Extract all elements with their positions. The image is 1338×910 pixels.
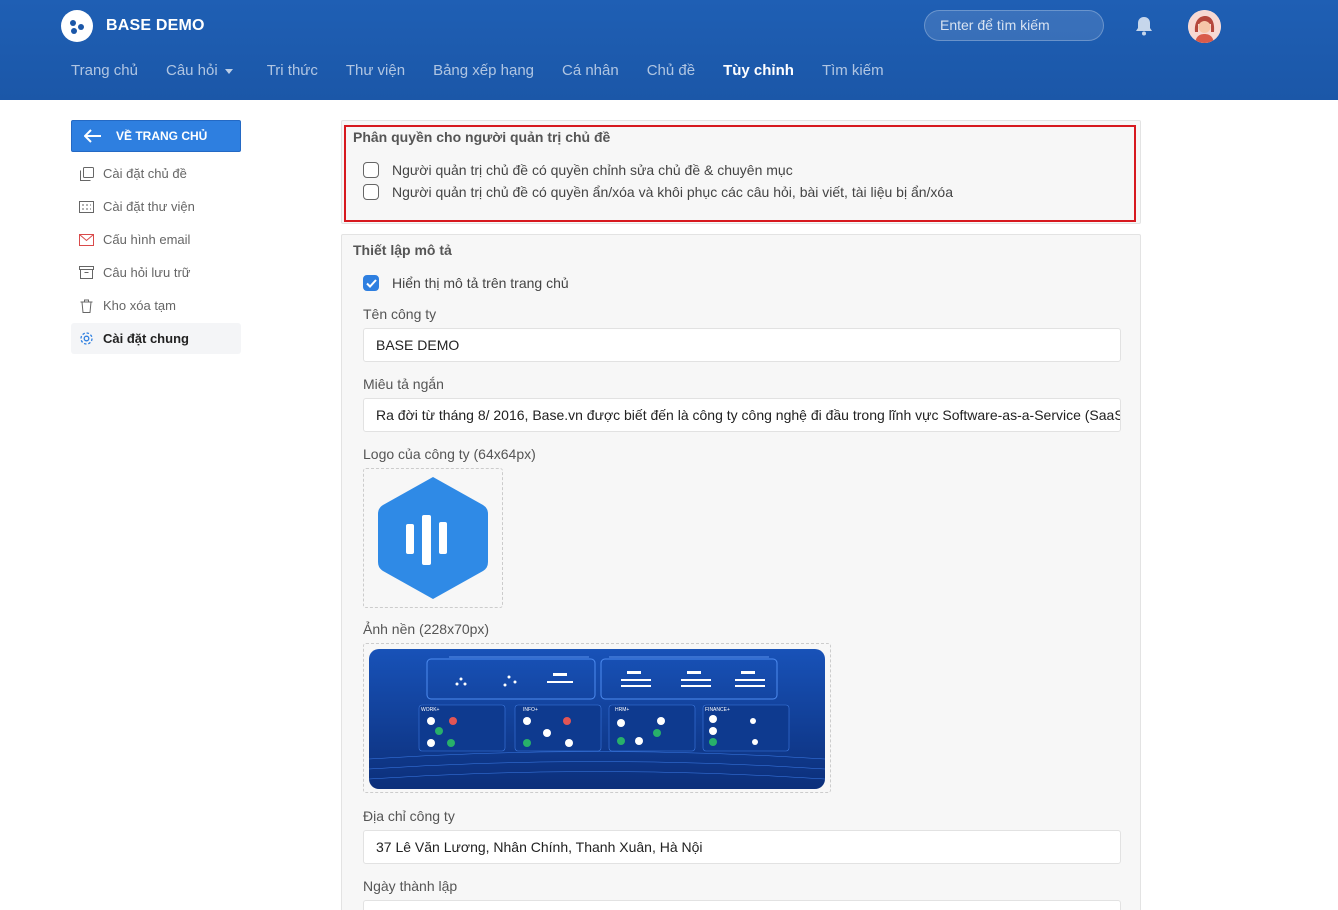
top-header: BASE DEMO Enter để tìm kiếm Trang chủ Câ… [0, 0, 1338, 100]
sidebar-item-general-settings[interactable]: Cài đặt chung [71, 323, 241, 354]
copy-icon [79, 166, 94, 181]
nav-chu-de[interactable]: Chủ đề [647, 62, 695, 79]
checkbox[interactable] [363, 184, 379, 200]
banner-section-hrm: HRM+ [615, 707, 629, 713]
sidebar-item-email-config[interactable]: Cấu hình email [71, 224, 241, 255]
short-desc-input[interactable]: Ra đời từ tháng 8/ 2016, Base.vn được bi… [363, 398, 1121, 432]
sidebar-item-label: Cài đặt chung [103, 331, 189, 346]
chevron-down-icon [224, 69, 233, 74]
banner-label: Ảnh nền (228x70px) [363, 621, 490, 637]
nav-thu-vien[interactable]: Thư viện [346, 62, 405, 79]
permissions-panel: Phân quyền cho người quản trị chủ đề Ngư… [341, 120, 1141, 224]
description-title: Thiết lập mô tả [353, 242, 452, 258]
nav-trang-chu[interactable]: Trang chủ [71, 62, 138, 79]
company-logo-image [378, 477, 488, 599]
search-input[interactable]: Enter để tìm kiếm [924, 10, 1104, 41]
sidebar-item-trash[interactable]: Kho xóa tạm [71, 290, 241, 321]
banner-section-info: INFO+ [523, 707, 538, 713]
library-icon [79, 199, 94, 214]
brand-title: BASE DEMO [106, 17, 205, 34]
address-input[interactable]: 37 Lê Văn Lương, Nhân Chính, Thanh Xuân,… [363, 830, 1121, 864]
description-panel: Thiết lập mô tả Hiển thị mô tả trên tran… [341, 234, 1141, 910]
mail-icon [79, 232, 94, 247]
sidebar-item-label: Cấu hình email [103, 232, 191, 247]
short-desc-label: Miêu tả ngắn [363, 376, 444, 392]
main-nav: Trang chủ Câu hỏi Tri thức Thư viện Bảng… [71, 62, 912, 79]
nav-cau-hoi[interactable]: Câu hỏi [166, 62, 233, 79]
banner-image: WORK+ INFO+ HRM+ FINANCE+ [368, 649, 826, 789]
checkbox-label: Người quản trị chủ đề có quyền ẩn/xóa và… [392, 184, 954, 200]
sidebar-item-topic-settings[interactable]: Cài đặt chủ đề [71, 158, 241, 189]
founded-date-input[interactable] [363, 900, 1121, 910]
checkbox-label: Hiển thị mô tả trên trang chủ [392, 275, 569, 291]
checkbox-checked[interactable] [363, 275, 379, 291]
logo-label: Logo của công ty (64x64px) [363, 446, 536, 462]
sidebar-item-label: Câu hỏi lưu trữ [103, 265, 191, 280]
company-name-label: Tên công ty [363, 306, 437, 322]
founded-date-label: Ngày thành lập [363, 878, 458, 894]
sidebar-item-label: Cài đặt thư viện [103, 199, 195, 214]
checkbox[interactable] [363, 162, 379, 178]
brand[interactable]: BASE DEMO [61, 10, 205, 42]
permission-hide-delete-option[interactable]: Người quản trị chủ đề có quyền ẩn/xóa và… [363, 184, 953, 200]
archive-icon [79, 265, 94, 280]
trash-icon [79, 298, 94, 313]
nav-ca-nhan[interactable]: Cá nhân [562, 62, 619, 79]
gear-icon [79, 331, 94, 346]
company-name-input[interactable]: BASE DEMO [363, 328, 1121, 362]
permissions-title: Phân quyền cho người quản trị chủ đề [353, 129, 611, 145]
sidebar-item-library-settings[interactable]: Cài đặt thư viện [71, 191, 241, 222]
sidebar-item-label: Kho xóa tạm [103, 298, 176, 313]
checkbox-label: Người quản trị chủ đề có quyền chỉnh sửa… [392, 162, 793, 178]
check-icon [365, 278, 377, 288]
nav-tim-kiem[interactable]: Tìm kiếm [822, 62, 884, 79]
nav-tuy-chinh[interactable]: Tùy chỉnh [723, 62, 794, 79]
banner-section-finance: FINANCE+ [705, 707, 730, 713]
logo-upload[interactable] [363, 468, 503, 608]
sidebar-item-label: Cài đặt chủ đề [103, 166, 187, 181]
banner-upload[interactable]: WORK+ INFO+ HRM+ FINANCE+ [363, 643, 831, 793]
show-on-home-option[interactable]: Hiển thị mô tả trên trang chủ [363, 275, 569, 291]
arrow-left-icon [84, 129, 101, 143]
address-label: Địa chỉ công ty [363, 808, 455, 824]
sidebar-item-archived-questions[interactable]: Câu hỏi lưu trữ [71, 257, 241, 288]
nav-tri-thuc[interactable]: Tri thức [267, 62, 318, 79]
bell-icon[interactable] [1134, 15, 1154, 37]
back-button-label: VỀ TRANG CHỦ [116, 129, 208, 143]
nav-bang-xep-hang[interactable]: Bảng xếp hạng [433, 62, 534, 79]
user-avatar[interactable] [1188, 10, 1221, 43]
brand-logo-icon [61, 10, 93, 42]
banner-section-work: WORK+ [421, 707, 440, 713]
back-to-home-button[interactable]: VỀ TRANG CHỦ [71, 120, 241, 152]
permission-edit-topic-option[interactable]: Người quản trị chủ đề có quyền chỉnh sửa… [363, 162, 793, 178]
